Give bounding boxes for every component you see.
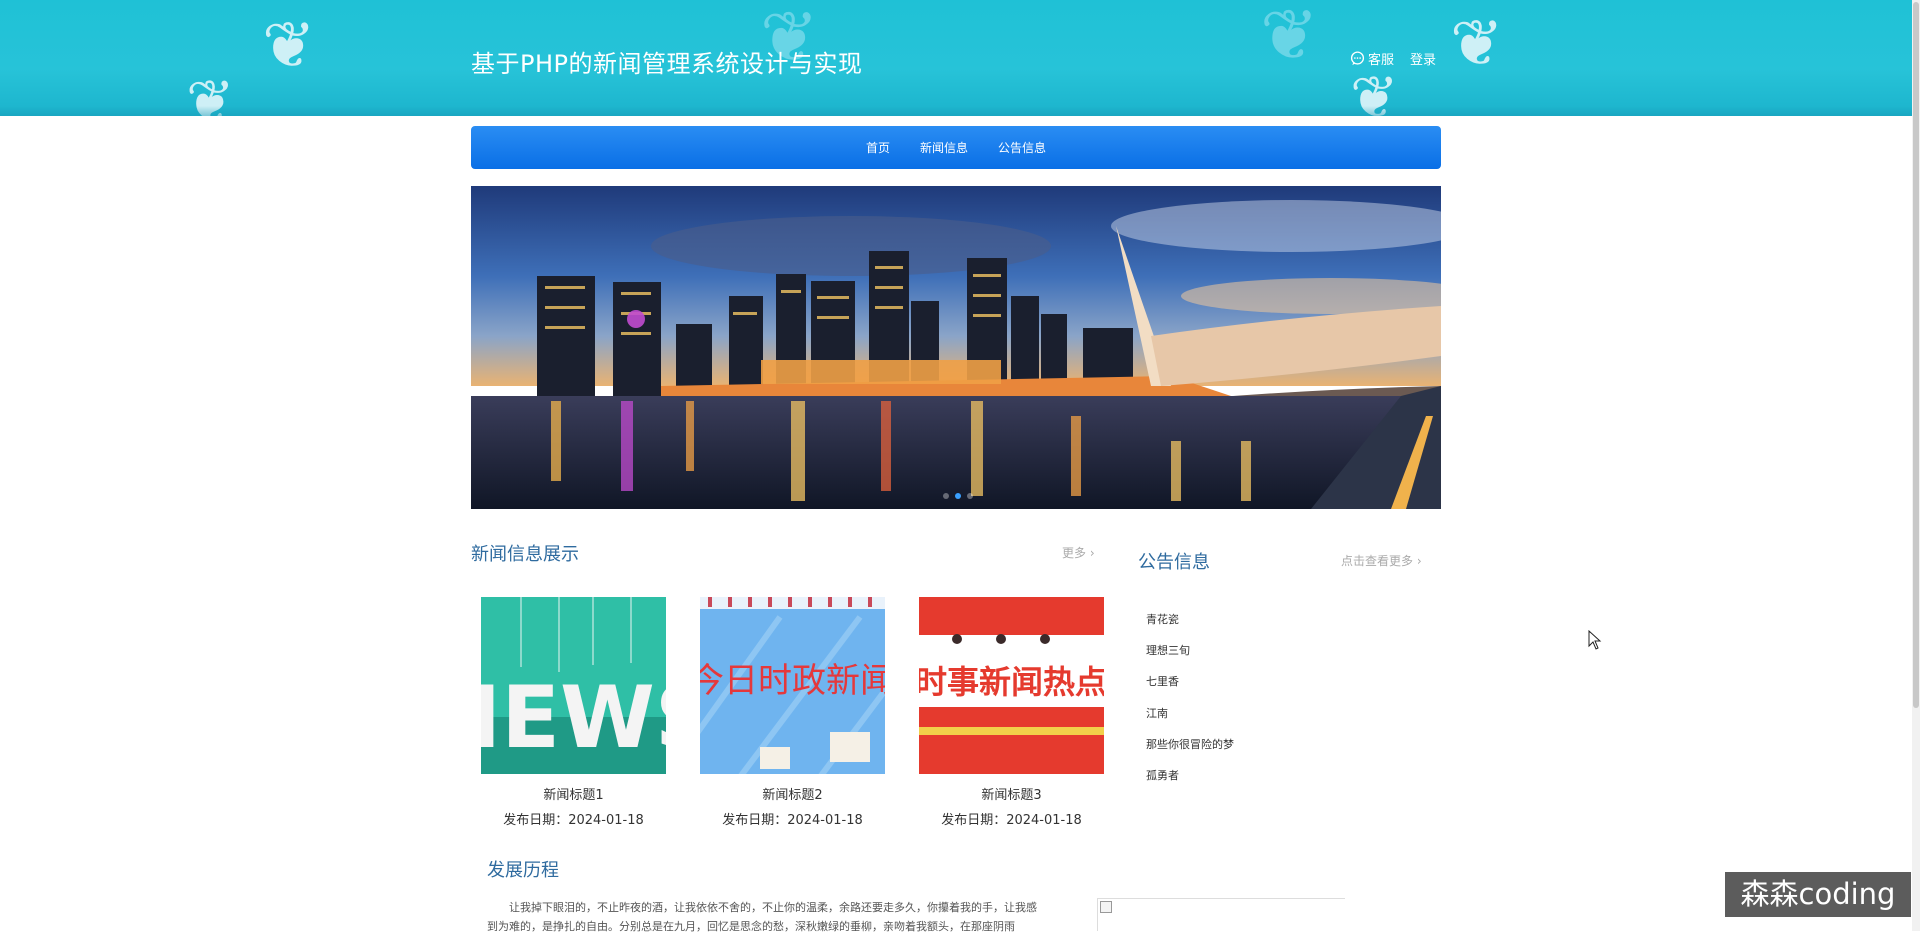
news-thumbnail-image: NEWS (481, 597, 666, 774)
news-card-title[interactable]: 新闻标题3 (919, 784, 1104, 803)
banner-carousel[interactable] (471, 186, 1441, 509)
news-section-title: 新闻信息展示 (471, 544, 579, 565)
date-prefix: 发布日期： (941, 813, 1007, 828)
carousel-dot[interactable] (967, 493, 973, 499)
nav-item-news[interactable]: 新闻信息 (920, 139, 968, 156)
butterfly-decoration-icon: ❦ (1450, 7, 1504, 81)
history-text: 让我掉下眼泪的，不止昨夜的酒，让我依依不舍的，不止你的温柔，余路还要走多久，你攥… (487, 901, 1037, 933)
header-actions: 客服 登录 (1350, 49, 1436, 68)
carousel-indicators (940, 493, 976, 499)
news-card-date: 发布日期：2024-01-18 (919, 809, 1104, 828)
history-section-title: 发展历程 (487, 860, 559, 881)
date-value: 2024-01-18 (787, 813, 863, 828)
date-value: 2024-01-18 (1006, 813, 1082, 828)
news-thumbnail: 今日时政新闻 (700, 597, 885, 774)
news-thumbnail-image: 今日时政新闻 (700, 597, 885, 774)
butterfly-decoration-icon: ❦ (1260, 0, 1319, 76)
thumb-text: 今日时政新闻 (700, 661, 885, 701)
notice-more-link[interactable]: 点击查看更多 › (1341, 552, 1422, 569)
thumb-text: 时事新闻热点 (919, 663, 1104, 701)
notice-list: 青花瓷 理想三旬 七里香 江南 那些你很冒险的梦 孤勇者 (1146, 612, 1234, 799)
news-card[interactable]: 时事新闻热点 新闻标题3 发布日期：2024-01-18 (919, 597, 1104, 828)
video-watermark: 森森coding (1725, 872, 1911, 917)
butterfly-decoration-icon: ❦ (262, 9, 316, 83)
page-scrollbar[interactable] (1912, 0, 1920, 931)
customer-service-label: 客服 (1368, 53, 1395, 68)
chat-bubble-icon (1350, 51, 1365, 66)
mouse-cursor-icon (1588, 630, 1602, 650)
main-nav: 首页 新闻信息 公告信息 (471, 126, 1441, 169)
carousel-dot-active[interactable] (955, 493, 961, 499)
header-bottom-edge (0, 106, 1912, 116)
news-card-title[interactable]: 新闻标题2 (700, 784, 885, 803)
broken-image-icon (1100, 901, 1112, 913)
news-more-link[interactable]: 更多 › (1062, 544, 1095, 561)
site-title: 基于PHP的新闻管理系统设计与实现 (471, 50, 863, 78)
date-value: 2024-01-18 (568, 813, 644, 828)
news-card-date: 发布日期：2024-01-18 (481, 809, 666, 828)
notice-item[interactable]: 孤勇者 (1146, 768, 1234, 799)
nav-item-home[interactable]: 首页 (866, 139, 890, 156)
news-card-title[interactable]: 新闻标题1 (481, 784, 666, 803)
scrollbar-thumb[interactable] (1913, 2, 1919, 708)
notice-item[interactable]: 江南 (1146, 706, 1234, 737)
nav-item-notices[interactable]: 公告信息 (998, 139, 1046, 156)
thumb-text: NEWS (481, 668, 666, 768)
login-link[interactable]: 登录 (1410, 49, 1436, 68)
notice-item[interactable]: 七里香 (1146, 674, 1234, 705)
news-card-date: 发布日期：2024-01-18 (700, 809, 885, 828)
news-thumbnail: NEWS (481, 597, 666, 774)
carousel-dot[interactable] (943, 493, 949, 499)
notice-item[interactable]: 理想三旬 (1146, 643, 1234, 674)
notice-item[interactable]: 青花瓷 (1146, 612, 1234, 643)
notice-section-title: 公告信息 (1138, 552, 1210, 573)
notice-item[interactable]: 那些你很冒险的梦 (1146, 737, 1234, 768)
date-prefix: 发布日期： (503, 813, 569, 828)
site-header: ❦ ❦ ❦ ❦ ❦ ❦ 基于PHP的新闻管理系统设计与实现 客服 登录 (0, 0, 1912, 116)
news-thumbnail: 时事新闻热点 (919, 597, 1104, 774)
date-prefix: 发布日期： (722, 813, 788, 828)
news-thumbnail-image: 时事新闻热点 (919, 597, 1104, 774)
broken-image-placeholder (1097, 898, 1345, 931)
customer-service-link[interactable]: 客服 (1350, 49, 1394, 68)
city-night-skyline-image (471, 186, 1441, 509)
news-card[interactable]: NEWS 新闻标题1 发布日期：2024-01-18 (481, 597, 666, 828)
news-card[interactable]: 今日时政新闻 新闻标题2 发布日期：2024-01-18 (700, 597, 885, 828)
